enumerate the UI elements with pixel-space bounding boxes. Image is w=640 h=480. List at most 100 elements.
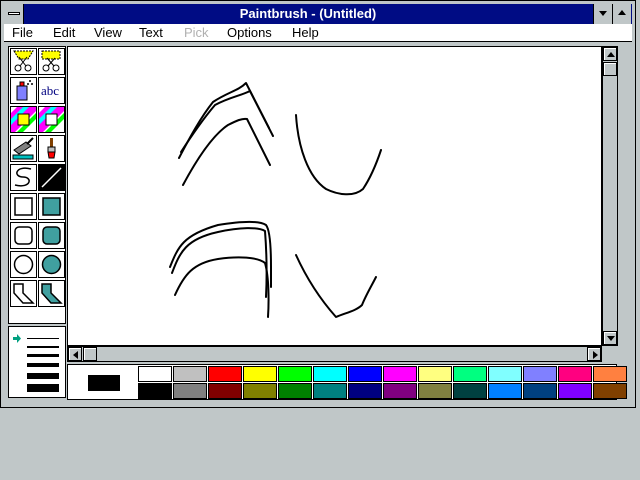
color-swatch[interactable] (383, 383, 417, 399)
title-bar[interactable]: Paintbrush - (Untitled) (4, 4, 632, 24)
color-swatch[interactable] (523, 383, 557, 399)
canvas-drawing (169, 82, 382, 318)
box-tool[interactable] (10, 193, 37, 220)
color-swatch[interactable] (243, 366, 277, 382)
client-area: abc (4, 43, 632, 403)
toolbox: abc (8, 46, 66, 324)
menu-edit[interactable]: Edit (53, 25, 75, 40)
curve-icon (14, 167, 32, 187)
color-swatch[interactable] (208, 366, 242, 382)
color-swatch[interactable] (208, 383, 242, 399)
vertical-scroll-thumb[interactable] (603, 62, 617, 76)
color-swatch[interactable] (243, 383, 277, 399)
paint-roller-icon (12, 137, 34, 160)
color-eraser-tool[interactable] (10, 106, 37, 133)
scroll-down-button[interactable] (603, 331, 617, 345)
filled-polygon-icon (41, 283, 63, 304)
circle-tool[interactable] (10, 251, 37, 278)
airbrush-icon (16, 80, 33, 101)
line-size-box (8, 326, 66, 398)
color-swatch[interactable] (348, 383, 382, 399)
menu-file[interactable]: File (12, 25, 33, 40)
line-size-6[interactable] (27, 384, 59, 392)
color-swatch[interactable] (278, 366, 312, 382)
filled-box-tool[interactable] (38, 193, 65, 220)
scroll-right-button[interactable] (587, 347, 601, 361)
color-swatch[interactable] (593, 383, 627, 399)
color-eraser-icon (11, 107, 36, 132)
line-size-1[interactable] (27, 338, 59, 339)
filled-circle-icon (41, 254, 62, 275)
system-menu-button[interactable] (4, 4, 24, 24)
maximize-icon (618, 10, 626, 15)
color-swatch[interactable] (418, 383, 452, 399)
color-swatch[interactable] (593, 366, 627, 382)
minimize-button[interactable] (593, 4, 612, 24)
color-swatch[interactable] (523, 366, 557, 382)
rounded-box-icon (14, 226, 33, 245)
menu-options[interactable]: Options (227, 25, 272, 40)
menu-view[interactable]: View (94, 25, 122, 40)
eraser-icon (39, 107, 64, 132)
polygon-icon (13, 283, 35, 304)
menu-pick: Pick (184, 25, 209, 40)
eraser-tool[interactable] (38, 106, 65, 133)
line-tool[interactable] (38, 164, 65, 191)
pick-tool[interactable] (38, 48, 65, 75)
color-swatch[interactable] (558, 383, 592, 399)
color-swatch[interactable] (453, 366, 487, 382)
color-swatch[interactable] (313, 383, 347, 399)
airbrush-tool[interactable] (10, 77, 37, 104)
menu-help[interactable]: Help (292, 25, 319, 40)
menu-bar: File Edit View Text Pick Options Help (4, 24, 632, 42)
line-size-2[interactable] (27, 346, 59, 348)
curve-tool[interactable] (10, 164, 37, 191)
horizontal-scrollbar[interactable] (67, 346, 602, 362)
color-swatch[interactable] (138, 366, 172, 382)
filled-circle-tool[interactable] (38, 251, 65, 278)
color-swatch[interactable] (348, 366, 382, 382)
line-size-5[interactable] (27, 373, 59, 379)
vertical-scrollbar[interactable] (602, 46, 618, 346)
color-swatch[interactable] (173, 383, 207, 399)
polygon-tool[interactable] (10, 280, 37, 307)
color-swatch[interactable] (453, 383, 487, 399)
scissors-icon (13, 50, 34, 72)
color-swatch[interactable] (173, 366, 207, 382)
system-menu-icon (8, 12, 20, 15)
text-icon: abc (41, 83, 59, 98)
paint-roller-tool[interactable] (10, 135, 37, 162)
circle-icon (13, 254, 34, 275)
color-swatch[interactable] (278, 383, 312, 399)
line-icon (41, 167, 62, 188)
scissors-tool[interactable] (10, 48, 37, 75)
color-swatch[interactable] (558, 366, 592, 382)
right-arrow-icon (593, 351, 598, 359)
color-swatches (138, 366, 627, 399)
brush-icon (47, 138, 56, 159)
color-swatch[interactable] (383, 366, 417, 382)
color-swatch[interactable] (488, 383, 522, 399)
brush-tool[interactable] (38, 135, 65, 162)
filled-box-icon (42, 197, 61, 216)
drawing-canvas[interactable] (67, 46, 602, 346)
scroll-left-button[interactable] (68, 347, 82, 361)
menu-text[interactable]: Text (139, 25, 163, 40)
text-tool[interactable]: abc (38, 77, 65, 104)
line-size-selector (13, 334, 59, 392)
line-size-3[interactable] (27, 354, 59, 357)
rounded-box-tool[interactable] (10, 222, 37, 249)
color-swatch[interactable] (138, 383, 172, 399)
minimize-icon (599, 11, 607, 16)
color-swatch[interactable] (488, 366, 522, 382)
maximize-button[interactable] (612, 4, 631, 24)
scroll-up-button[interactable] (603, 47, 617, 61)
color-swatch[interactable] (418, 366, 452, 382)
up-arrow-icon (607, 52, 615, 57)
filled-rounded-box-tool[interactable] (38, 222, 65, 249)
line-size-4[interactable] (27, 363, 59, 367)
horizontal-scroll-thumb[interactable] (83, 347, 97, 361)
filled-polygon-tool[interactable] (38, 280, 65, 307)
color-swatch[interactable] (313, 366, 347, 382)
current-color-indicator (88, 375, 120, 391)
